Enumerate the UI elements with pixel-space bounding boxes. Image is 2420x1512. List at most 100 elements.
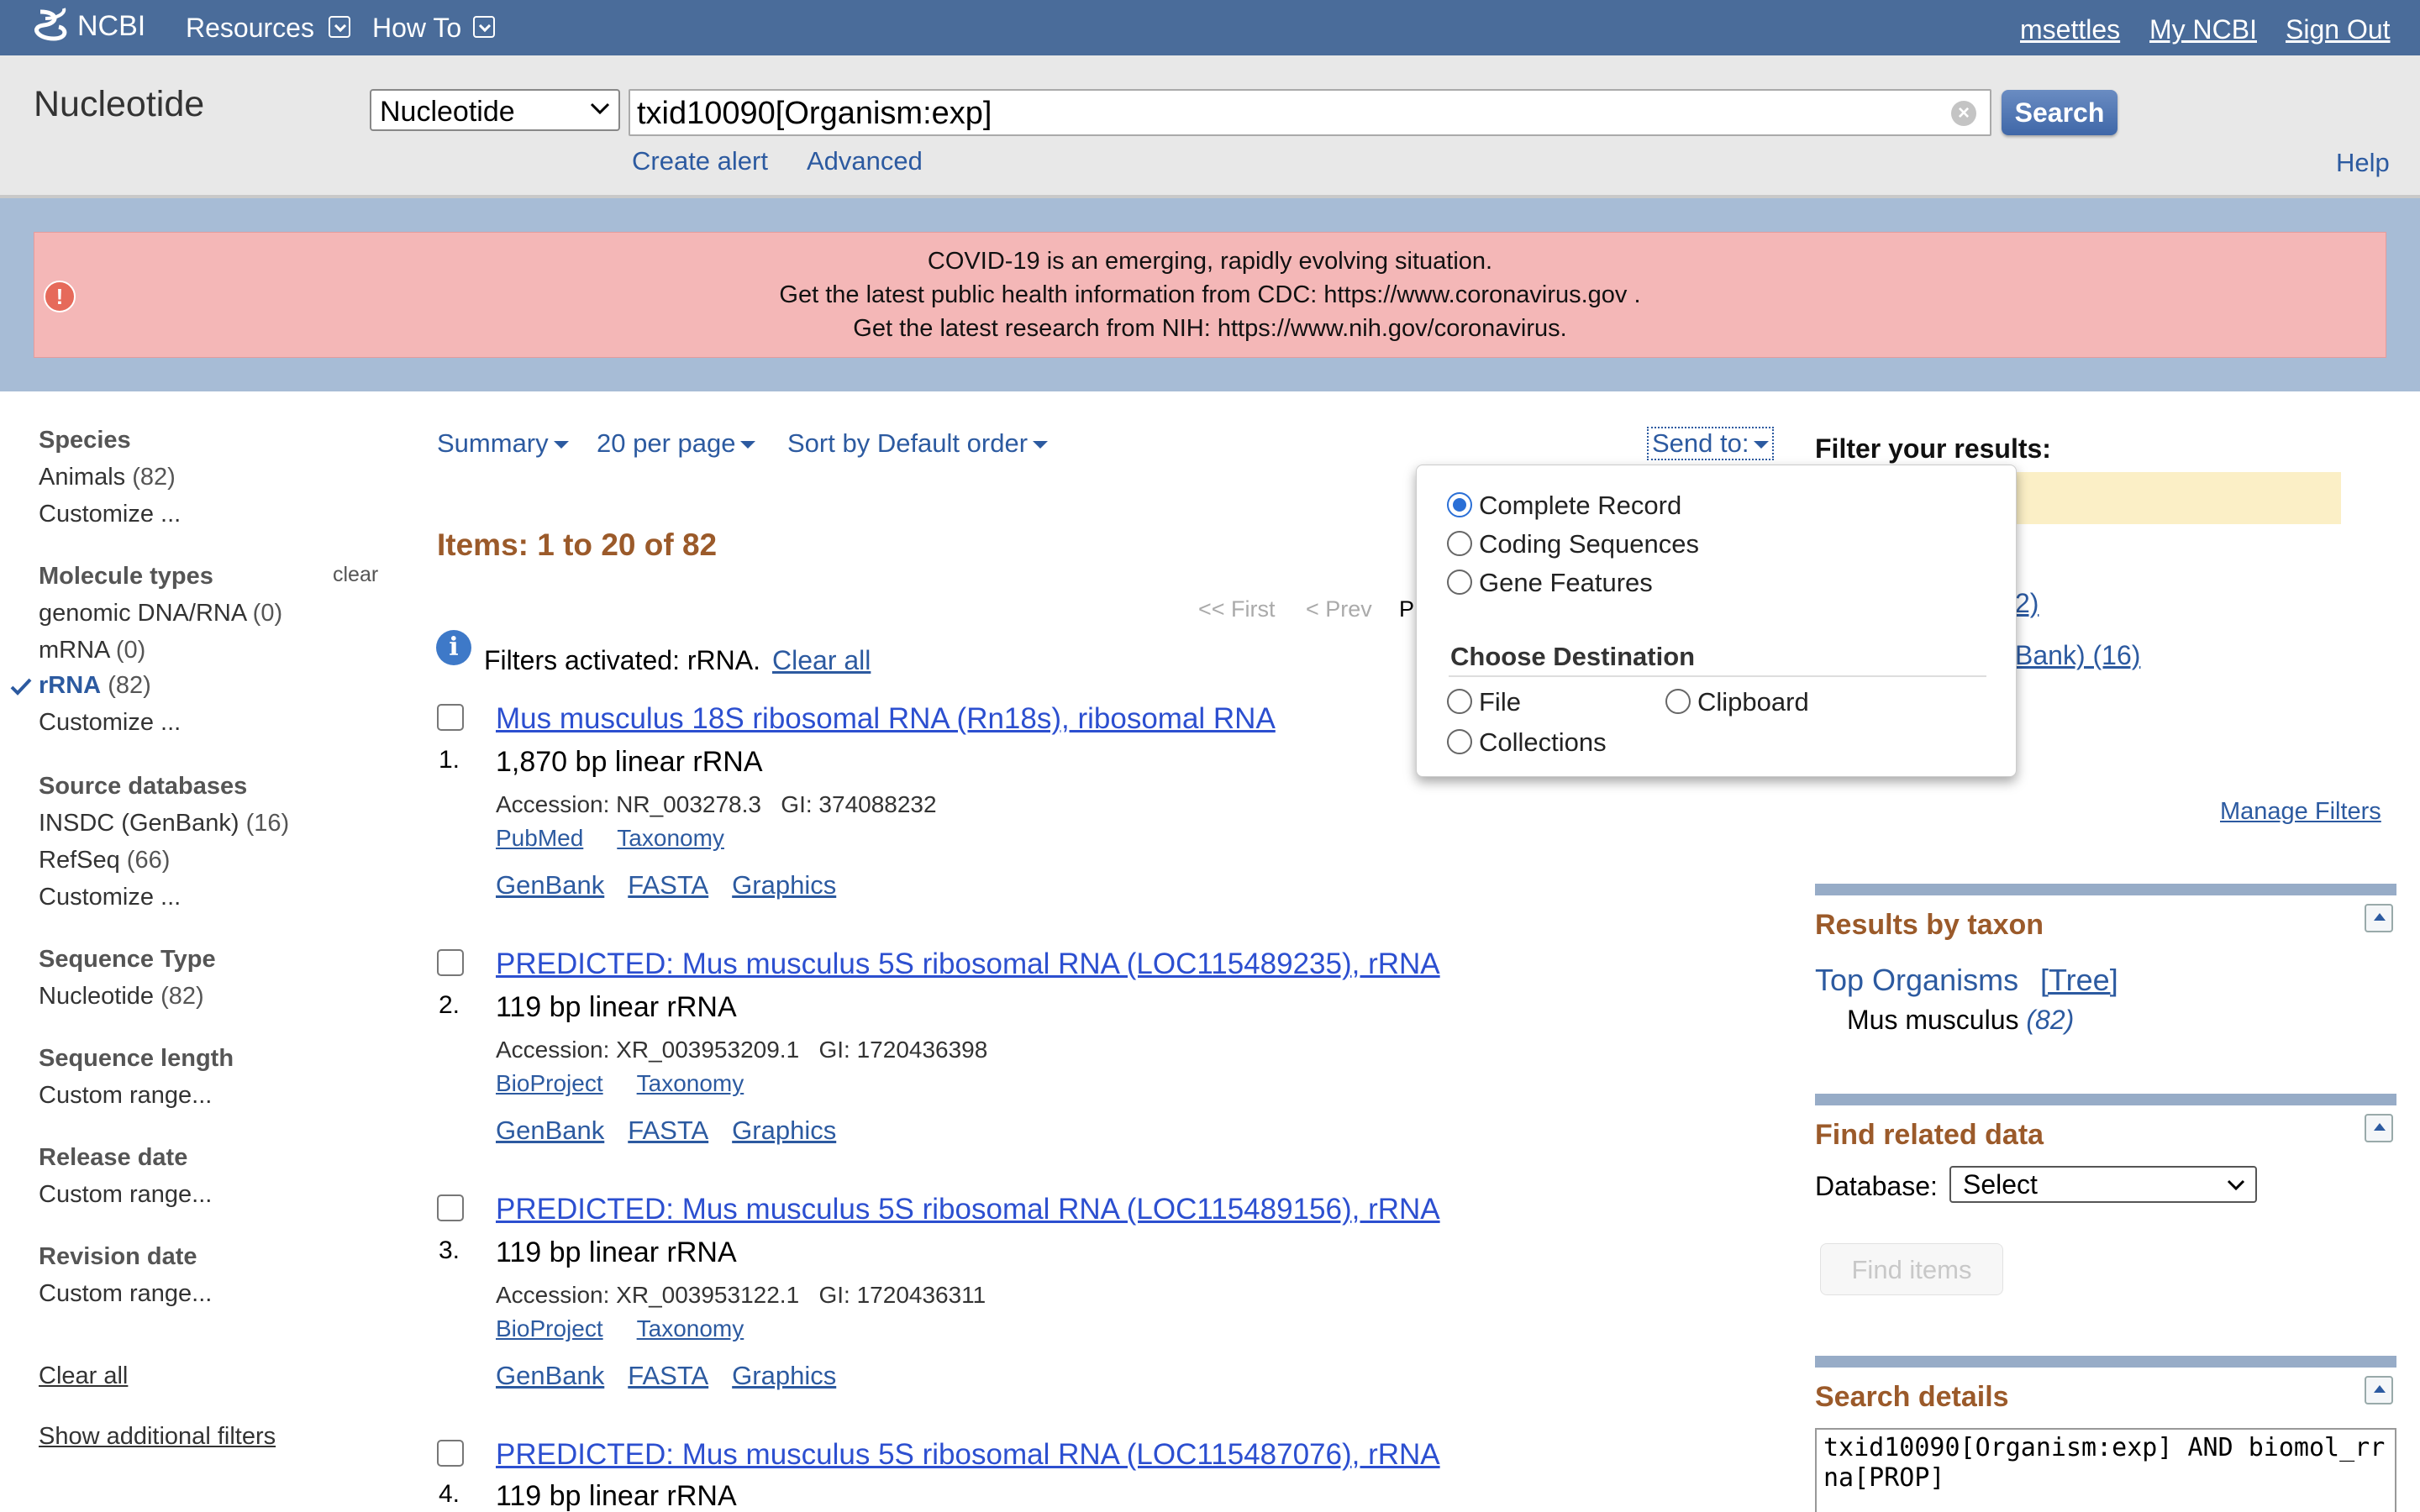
result-accession: Accession: XR_003953209.1 GI: 1720436398	[496, 1037, 988, 1063]
genbank-link[interactable]: GenBank	[496, 870, 604, 900]
summary-format-dropdown[interactable]: Summary	[437, 428, 569, 459]
sidebar-clear-all-link[interactable]: Clear all	[39, 1362, 128, 1390]
clear-search-icon[interactable]: ×	[1951, 101, 1976, 126]
fasta-link[interactable]: FASTA	[628, 1116, 708, 1145]
related-database-select[interactable]: Select	[1949, 1166, 2257, 1203]
result-title-link[interactable]: PREDICTED: Mus musculus 5S ribosomal RNA…	[496, 1438, 1440, 1472]
destination-clipboard[interactable]: Clipboard	[1697, 687, 1809, 717]
ncbi-logo-text[interactable]: NCBI	[77, 10, 145, 43]
collapse-details-icon[interactable]	[2365, 1376, 2393, 1404]
result-title-link[interactable]: PREDICTED: Mus musculus 5S ribosomal RNA…	[496, 1193, 1440, 1226]
release-date-custom-range[interactable]: Custom range...	[39, 1181, 212, 1209]
username-link[interactable]: msettles	[2020, 14, 2120, 45]
bioproject-link[interactable]: BioProject	[496, 1070, 603, 1096]
filter-refseq[interactable]: RefSeq (66)	[39, 847, 170, 874]
per-page-dropdown[interactable]: 20 per page	[597, 428, 756, 459]
genbank-link[interactable]: GenBank	[496, 1116, 604, 1145]
resources-dropdown-icon[interactable]	[329, 16, 350, 38]
find-items-button[interactable]: Find items	[1820, 1243, 2003, 1295]
source-customize-link[interactable]: Customize ...	[39, 884, 181, 911]
result-checkbox[interactable]	[437, 949, 464, 976]
fasta-link[interactable]: FASTA	[628, 870, 708, 900]
sign-out-link[interactable]: Sign Out	[2286, 14, 2391, 45]
result-checkbox[interactable]	[437, 1440, 464, 1467]
result-title-link[interactable]: Mus musculus 18S ribosomal RNA (Rn18s), …	[496, 702, 1276, 736]
revision-date-custom-range[interactable]: Custom range...	[39, 1280, 212, 1308]
search-input[interactable]: txid10090[Organism:exp] ×	[629, 89, 1991, 136]
tree-link[interactable]: [Tree]	[2040, 963, 2118, 998]
how-to-dropdown-icon[interactable]	[473, 16, 495, 38]
send-to-dropdown[interactable]: Send to:	[1647, 427, 1775, 460]
prev-page-link[interactable]: < Prev	[1306, 596, 1372, 622]
collapse-taxon-icon[interactable]	[2365, 904, 2393, 932]
fasta-link[interactable]: FASTA	[628, 1361, 708, 1390]
ncbi-logo-icon[interactable]	[34, 7, 71, 47]
custom-filter-link[interactable]: 2)	[2015, 588, 2039, 619]
filters-clear-all-link[interactable]: Clear all	[772, 645, 871, 676]
sequence-length-custom-range[interactable]: Custom range...	[39, 1082, 212, 1110]
filter-rrna-selected[interactable]: rRNA (82)	[39, 672, 151, 700]
radio-collections[interactable]	[1447, 729, 1472, 754]
show-additional-filters-link[interactable]: Show additional filters	[39, 1423, 276, 1451]
cdc-link[interactable]: https://www.coronavirus.gov	[1323, 281, 1627, 308]
manage-filters-link[interactable]: Manage Filters	[2220, 798, 2381, 826]
find-related-data-heading: Find related data	[1815, 1119, 2044, 1151]
my-ncbi-link[interactable]: My NCBI	[2149, 14, 2257, 45]
sequence-length-heading: Sequence length	[39, 1045, 234, 1072]
filter-mrna[interactable]: mRNA (0)	[39, 637, 145, 664]
radio-coding-sequences[interactable]	[1447, 531, 1472, 556]
result-number: 3.	[439, 1236, 460, 1264]
advanced-link[interactable]: Advanced	[807, 146, 923, 176]
taxonomy-link[interactable]: Taxonomy	[617, 825, 724, 851]
graphics-link[interactable]: Graphics	[732, 1361, 836, 1390]
collapse-related-icon[interactable]	[2365, 1114, 2393, 1142]
option-coding-sequences[interactable]: Coding Sequences	[1479, 529, 1699, 559]
details-section-bar	[1815, 1356, 2396, 1368]
molecule-clear-link[interactable]: clear	[333, 563, 378, 587]
filter-nucleotide[interactable]: Nucleotide (82)	[39, 983, 204, 1011]
how-to-menu[interactable]: How To	[372, 13, 461, 44]
organism-row[interactable]: Mus musculus (82)	[1847, 1005, 2074, 1036]
search-button[interactable]: Search	[2002, 90, 2118, 135]
sort-dropdown[interactable]: Sort by Default order	[787, 428, 1049, 459]
result-title-link[interactable]: PREDICTED: Mus musculus 5S ribosomal RNA…	[496, 948, 1440, 981]
destination-file[interactable]: File	[1479, 687, 1521, 717]
first-page-link[interactable]: << First	[1198, 596, 1276, 622]
option-complete-record[interactable]: Complete Record	[1479, 491, 1681, 521]
taxonomy-link[interactable]: Taxonomy	[637, 1315, 744, 1341]
create-alert-link[interactable]: Create alert	[632, 146, 768, 176]
database-title: Nucleotide	[34, 84, 205, 124]
bioproject-link[interactable]: BioProject	[496, 1315, 603, 1341]
destination-collections[interactable]: Collections	[1479, 727, 1607, 758]
database-select[interactable]: Nucleotide	[370, 89, 620, 131]
graphics-link[interactable]: Graphics	[732, 870, 836, 900]
resources-menu[interactable]: Resources	[186, 13, 314, 44]
taxonomy-link[interactable]: Taxonomy	[637, 1070, 744, 1096]
result-checkbox[interactable]	[437, 1194, 464, 1221]
search-details-textarea[interactable]: txid10090[Organism:exp] AND biomol_rrna[…	[1815, 1428, 2396, 1512]
results-by-taxon-heading: Results by taxon	[1815, 909, 2044, 941]
related-section-bar	[1815, 1094, 2396, 1105]
filter-insdc[interactable]: INSDC (GenBank) (16)	[39, 810, 289, 837]
result-description: 1,870 bp linear rRNA	[496, 746, 763, 778]
species-customize-link[interactable]: Customize ...	[39, 501, 181, 528]
covid-banner: COVID-19 is an emerging, rapidly evolvin…	[34, 232, 2386, 358]
pubmed-link[interactable]: PubMed	[496, 825, 583, 851]
filter-animals[interactable]: Animals (82)	[39, 464, 176, 491]
result-checkbox[interactable]	[437, 704, 464, 731]
radio-clipboard[interactable]	[1665, 689, 1691, 714]
genbank-link[interactable]: GenBank	[496, 1361, 604, 1390]
banner-line-2: Get the latest public health information…	[779, 281, 1641, 308]
nih-link[interactable]: https://www.nih.gov/coronavirus	[1218, 315, 1560, 342]
radio-file[interactable]	[1447, 689, 1472, 714]
radio-complete-record[interactable]	[1447, 492, 1472, 517]
filter-genomic[interactable]: genomic DNA/RNA (0)	[39, 600, 282, 627]
help-link[interactable]: Help	[2336, 148, 2390, 178]
radio-gene-features[interactable]	[1447, 570, 1472, 595]
page-label-partial: P	[1399, 596, 1415, 622]
molecule-customize-link[interactable]: Customize ...	[39, 709, 181, 737]
result-format-links: GenBank FASTA Graphics	[496, 870, 860, 900]
custom-filter-genbank-link[interactable]: Bank) (16)	[2015, 640, 2140, 671]
graphics-link[interactable]: Graphics	[732, 1116, 836, 1145]
option-gene-features[interactable]: Gene Features	[1479, 568, 1653, 598]
